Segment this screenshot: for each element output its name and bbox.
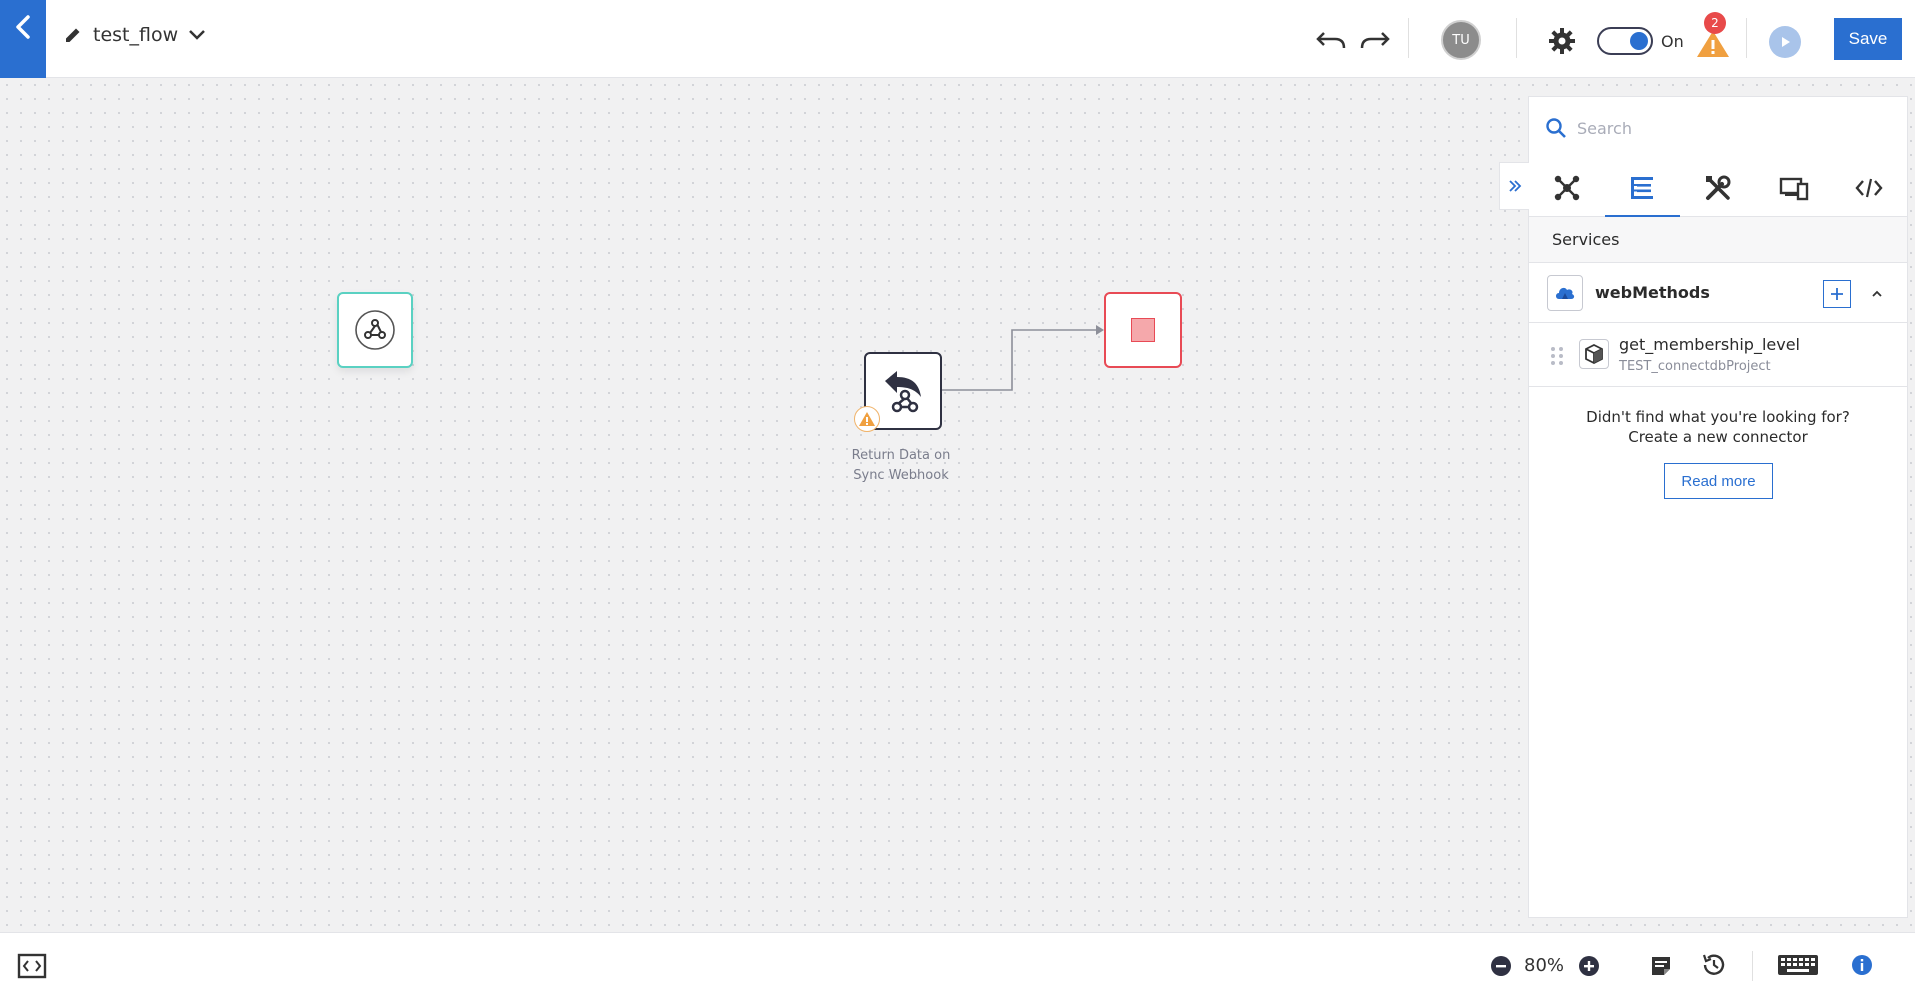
toggle-knob: [1630, 32, 1648, 50]
note-icon: [1652, 957, 1670, 975]
avatar[interactable]: TU: [1441, 20, 1481, 60]
tab-services[interactable]: [1604, 159, 1681, 217]
group-collapse-button[interactable]: [1867, 283, 1887, 303]
info-button[interactable]: [1850, 953, 1874, 977]
zoom-level: 80%: [1524, 955, 1565, 976]
panel-search: [1529, 97, 1907, 159]
divider: [1516, 18, 1517, 58]
chevron-up-icon: [1872, 290, 1882, 297]
redo-button[interactable]: [1358, 26, 1392, 54]
toggle-label: On: [1661, 32, 1684, 51]
pencil-icon: [66, 28, 80, 42]
stop-icon: [1131, 318, 1155, 342]
webhook-icon: [355, 310, 395, 350]
return-webhook-icon: [885, 371, 921, 413]
history-button[interactable]: [1700, 951, 1728, 979]
flow-active-toggle[interactable]: [1597, 27, 1653, 55]
connectors-icon: [1554, 175, 1579, 200]
tab-devices[interactable]: [1756, 159, 1832, 216]
tab-tools[interactable]: [1680, 159, 1756, 216]
alert-count-badge: 2: [1704, 12, 1726, 34]
settings-button[interactable]: [1547, 26, 1577, 56]
cloud-icon: [1547, 275, 1583, 311]
keyboard-shortcuts-button[interactable]: [1776, 953, 1820, 977]
services-icon: [1631, 176, 1654, 199]
back-button[interactable]: [0, 0, 46, 78]
minus-circle-icon: [1491, 956, 1511, 976]
node-label-line: Sync Webhook: [853, 468, 949, 483]
group-row-webmethods[interactable]: webMethods: [1529, 263, 1907, 323]
node-label-line: Return Data on: [851, 448, 951, 463]
panel-tabs: [1529, 159, 1907, 217]
divider: [1408, 18, 1409, 58]
chevron-down-icon: [189, 30, 206, 40]
service-item[interactable]: get_membership_level TEST_connectdbProje…: [1529, 323, 1907, 387]
redo-icon: [1360, 32, 1390, 49]
run-button[interactable]: [1769, 26, 1801, 58]
devices-icon: [1779, 177, 1808, 200]
help-line: Didn't find what you're looking for?: [1586, 408, 1850, 426]
double-chevron-right-icon: [1508, 180, 1521, 192]
code-view-button[interactable]: [16, 952, 48, 980]
zoom-out-button[interactable]: [1490, 955, 1512, 977]
avatar-initials: TU: [1452, 32, 1470, 48]
service-name: get_membership_level: [1619, 335, 1800, 354]
read-more-button[interactable]: Read more: [1664, 463, 1773, 499]
service-project: TEST_connectdbProject: [1619, 359, 1771, 374]
flow-name: test_flow: [93, 24, 179, 46]
plus-circle-icon: [1579, 956, 1599, 976]
cube-icon: [1579, 339, 1609, 369]
code-icon: [1855, 178, 1883, 197]
panel-collapse-button[interactable]: [1499, 162, 1529, 210]
webhook-trigger-node[interactable]: [337, 292, 413, 368]
side-panel: Services webMethods get_membership_level…: [1528, 96, 1908, 918]
search-input[interactable]: [1577, 118, 1877, 138]
chevron-left-icon: [16, 15, 30, 39]
history-icon: [1702, 954, 1725, 975]
undo-icon: [1316, 32, 1346, 49]
section-title: Services: [1529, 217, 1907, 263]
drag-handle-icon[interactable]: [1551, 347, 1564, 365]
stop-node[interactable]: [1104, 292, 1182, 368]
group-label: webMethods: [1595, 283, 1710, 302]
help-line: Create a new connector: [1628, 428, 1808, 446]
zoom-in-button[interactable]: [1578, 955, 1600, 977]
gear-icon: [1549, 28, 1575, 54]
return-data-node-label: Return Data on Sync Webhook: [830, 446, 972, 486]
node-warning-indicator[interactable]: [854, 406, 880, 432]
add-connector-button[interactable]: [1823, 280, 1851, 308]
divider: [1752, 951, 1753, 981]
plus-icon: [1831, 288, 1843, 300]
play-icon: [1782, 37, 1790, 47]
alert-count: 2: [1711, 16, 1719, 30]
tab-connectors[interactable]: [1529, 159, 1605, 216]
help-text: Didn't find what you're looking for? Cre…: [1529, 407, 1907, 447]
code-view-icon: [17, 953, 47, 979]
flow-name-selector[interactable]: test_flow: [63, 24, 206, 46]
warning-icon: [859, 412, 875, 426]
info-icon: [1852, 955, 1872, 975]
tab-code[interactable]: [1831, 159, 1907, 216]
keyboard-icon: [1778, 955, 1818, 975]
divider: [1746, 18, 1747, 58]
tools-icon: [1705, 175, 1731, 200]
undo-button[interactable]: [1314, 26, 1348, 54]
bottom-bar: 80%: [0, 932, 1915, 995]
notes-button[interactable]: [1648, 953, 1674, 979]
save-button[interactable]: Save: [1834, 18, 1902, 60]
top-bar: test_flow TU On 2 Save: [0, 0, 1915, 78]
search-icon: [1546, 118, 1566, 138]
